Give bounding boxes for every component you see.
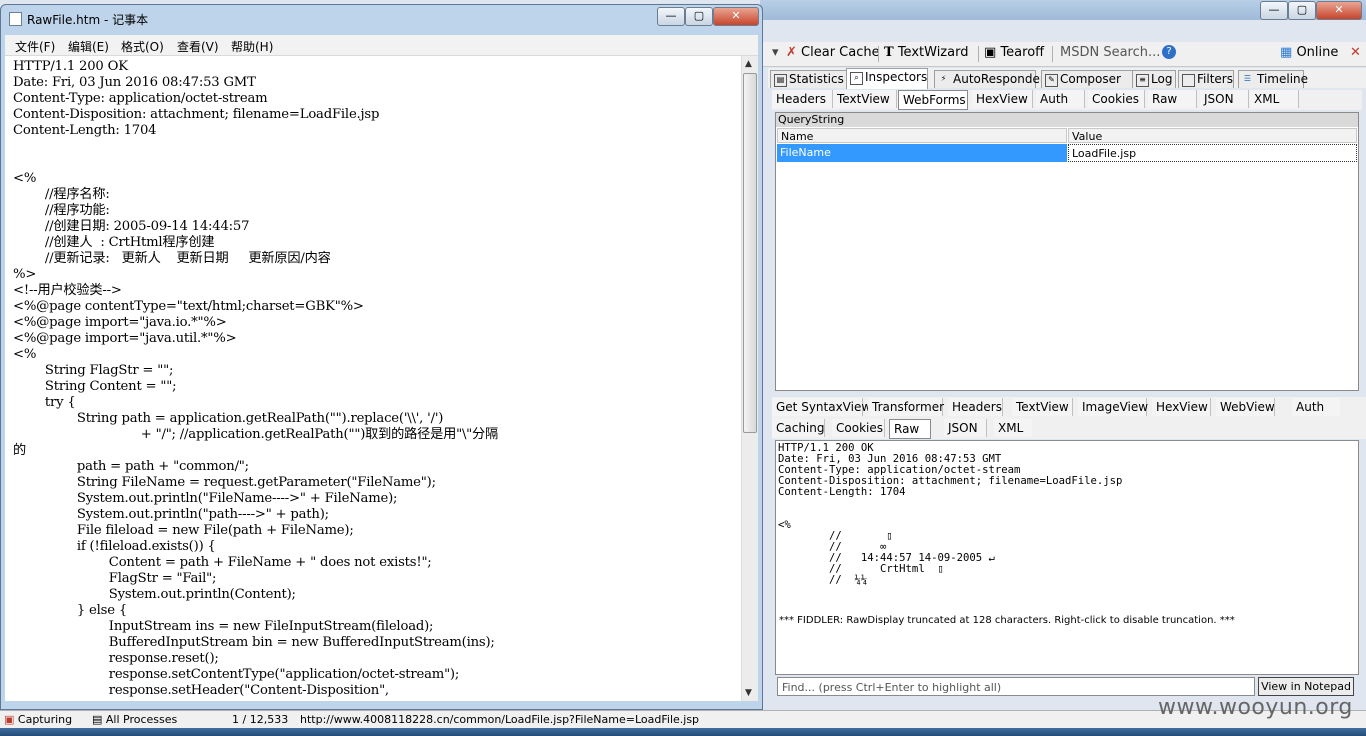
notepad-close-button[interactable]: ✕ (713, 7, 759, 26)
fiddler-maximize-button[interactable]: ▢ (1288, 1, 1316, 20)
scroll-down-icon[interactable]: ▼ (745, 688, 752, 698)
menu-view[interactable]: 查看(V) (177, 38, 219, 55)
watermark: www.wooyun.org (1158, 695, 1353, 720)
notepad-content: HTTP/1.1 200 OK Date: Fri, 03 Jun 2016 0… (13, 59, 499, 698)
tab-composer[interactable]: ✎ Composer (1041, 70, 1135, 88)
fiddler-toolbar: ▾ ✗ Clear Cache T TextWizard ▣ Tearoff M… (760, 42, 1366, 67)
view-in-notepad-button[interactable]: View in Notepad (1258, 677, 1354, 696)
req-tab-webforms[interactable]: WebForms (898, 90, 968, 110)
resp-tab-textview[interactable]: TextView (1012, 398, 1073, 416)
req-tab-auth[interactable]: Auth (1036, 90, 1085, 108)
resp-tab-auth[interactable]: Auth (1292, 398, 1340, 416)
tab-timeline[interactable]: ☰ Timeline (1238, 70, 1308, 88)
msdn-search-input[interactable]: MSDN Search... (1060, 45, 1160, 60)
textwizard-icon: T (884, 45, 894, 60)
filters-checkbox-icon (1182, 74, 1195, 87)
notepad-icon (9, 12, 22, 26)
scrollbar-thumb[interactable] (743, 73, 757, 433)
req-tab-xml[interactable]: XML (1250, 90, 1299, 108)
menu-file[interactable]: 文件(F) (15, 38, 55, 55)
truncation-note: *** FIDDLER: RawDisplay truncated at 128… (779, 615, 1235, 626)
column-header-name[interactable]: Name (777, 128, 1067, 143)
notepad-minimize-button[interactable]: — (657, 7, 685, 26)
resp-tab-imageview[interactable]: ImageView (1078, 398, 1148, 416)
notepad-menubar: 文件(F) 编辑(E) 格式(O) 查看(V) 帮助(H) (5, 35, 758, 56)
resp-tab-caching[interactable]: Caching (772, 419, 825, 437)
capturing-indicator[interactable]: ▣ Capturing (4, 713, 72, 726)
composer-icon: ✎ (1045, 74, 1058, 87)
resp-tab-headers[interactable]: Headers (948, 398, 1003, 416)
chevron-down-icon[interactable]: ▾ (772, 45, 779, 60)
notepad-maximize-button[interactable]: ▢ (685, 7, 713, 26)
clear-cache-icon: ✗ (786, 45, 797, 60)
notepad-window: RawFile.htm - 记事本 — ▢ ✕ 文件(F) 编辑(E) 格式(O… (0, 4, 763, 710)
req-tab-cookies[interactable]: Cookies (1088, 90, 1145, 108)
querystring-panel: QueryString Name Value FileName LoadFile… (775, 112, 1359, 391)
log-icon: ≡ (1136, 74, 1149, 87)
fiddler-minimize-button[interactable]: — (1260, 1, 1288, 20)
menu-edit[interactable]: 编辑(E) (68, 38, 109, 55)
lightning-icon: ⚡ (940, 74, 947, 83)
resp-tab-syntaxview[interactable]: Get SyntaxView (772, 398, 871, 416)
capture-icon: ▣ (4, 713, 15, 726)
fiddler-titlebar: — ▢ ✕ (760, 0, 1366, 20)
resp-tab-hexview[interactable]: HexView (1152, 398, 1211, 416)
statistics-icon: ▤ (774, 74, 787, 87)
req-tab-textview[interactable]: TextView (833, 90, 897, 108)
req-tab-json[interactable]: JSON (1200, 90, 1249, 108)
process-filter[interactable]: ▤ All Processes (92, 713, 177, 726)
menu-format[interactable]: 格式(O) (121, 38, 164, 55)
tearoff-icon: ▣ (984, 45, 997, 60)
scroll-up-icon[interactable]: ▲ (745, 59, 752, 69)
resp-tab-xml[interactable]: XML (994, 419, 1032, 437)
timeline-icon: ☰ (1243, 74, 1252, 83)
process-icon: ▤ (92, 713, 103, 726)
close-icon[interactable]: ✕ (1350, 45, 1361, 60)
tab-statistics[interactable]: ▤ Statistics (770, 70, 848, 88)
resp-tab-cookies[interactable]: Cookies (832, 419, 885, 437)
session-count: 1 / 12,533 (232, 713, 289, 726)
inspectors-icon: ⌕ (850, 72, 863, 85)
fiddler-close-button[interactable]: ✕ (1316, 1, 1362, 20)
find-input[interactable]: Find... (press Ctrl+Enter to highlight a… (777, 677, 1255, 696)
tab-filters[interactable]: Filters (1178, 70, 1234, 88)
menu-help[interactable]: 帮助(H) (231, 38, 273, 55)
fiddler-main-tabs: ▤ Statistics ⌕ Inspectors ⚡ AutoResponder ✎… (768, 68, 1366, 89)
req-tab-hexview[interactable]: HexView (972, 90, 1033, 108)
column-header-value[interactable]: Value (1068, 128, 1357, 143)
notepad-vertical-scrollbar[interactable]: ▲ ▼ (741, 56, 758, 701)
resp-tab-json[interactable]: JSON (944, 419, 987, 437)
online-indicator: ▦ Online (1280, 45, 1339, 60)
notepad-title: RawFile.htm - 记事本 (27, 13, 149, 27)
req-tab-headers[interactable]: Headers (772, 90, 833, 108)
clear-cache-button[interactable]: ✗ Clear Cache (786, 45, 880, 60)
resp-tab-raw[interactable]: Raw (889, 419, 931, 439)
help-icon[interactable]: ? (1162, 45, 1176, 59)
status-url: http://www.4008118228.cn/common/LoadFile… (300, 713, 700, 726)
resp-tab-webview[interactable]: WebView (1216, 398, 1275, 416)
querystring-row-name[interactable]: FileName (777, 144, 1067, 162)
response-inspector-tabs: Get SyntaxView Transformer Headers TextV… (772, 397, 1366, 439)
request-inspector-tabs: Headers TextView WebForms HexView Auth C… (772, 90, 1362, 110)
response-raw-text: HTTP/1.1 200 OK Date: Fri, 03 Jun 2016 0… (778, 442, 1123, 586)
querystring-row-value[interactable]: LoadFile.jsp (1068, 144, 1357, 162)
resp-tab-transformer[interactable]: Transformer (868, 398, 944, 416)
textwizard-button[interactable]: T TextWizard (884, 45, 968, 60)
querystring-label: QueryString (776, 113, 1358, 127)
network-icon: ▦ (1280, 45, 1293, 60)
req-tab-raw[interactable]: Raw (1148, 90, 1197, 108)
taskbar (0, 728, 1366, 736)
tab-autoresponder[interactable]: ⚡ AutoResponder (934, 70, 1045, 88)
tab-log[interactable]: ≡ Log (1132, 70, 1176, 88)
tab-inspectors[interactable]: ⌕ Inspectors (846, 68, 928, 89)
tearoff-button[interactable]: ▣ Tearoff (984, 45, 1044, 60)
response-raw-view[interactable]: HTTP/1.1 200 OK Date: Fri, 03 Jun 2016 0… (775, 440, 1359, 675)
notepad-text-area[interactable]: HTTP/1.1 200 OK Date: Fri, 03 Jun 2016 0… (5, 56, 741, 701)
